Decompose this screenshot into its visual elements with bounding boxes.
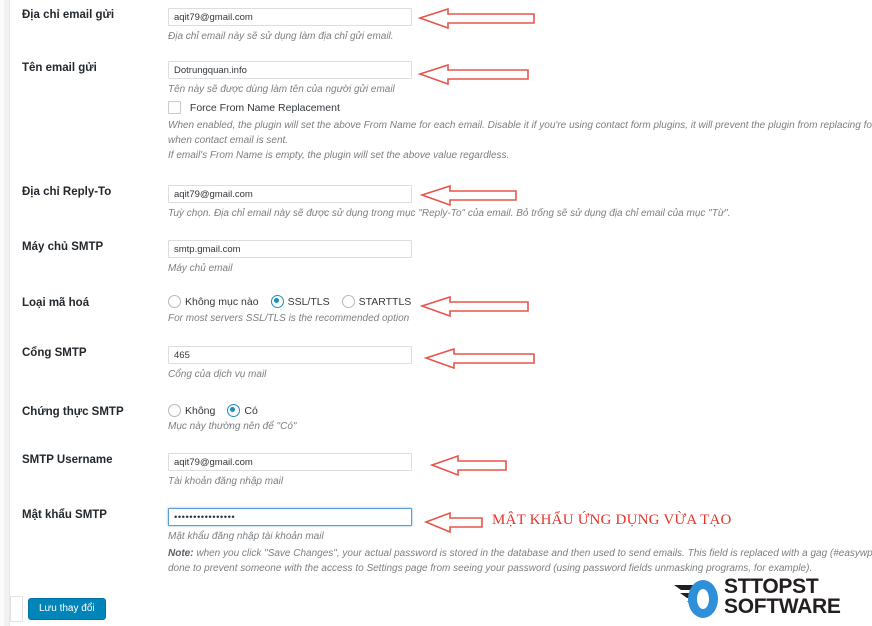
help-smtp-port: Cổng của dịch vụ mail (168, 369, 267, 380)
encryption-option-ssltls[interactable]: SSL/TLS (270, 295, 342, 309)
radio-auth-no-icon[interactable] (168, 404, 181, 418)
smtp-auth-option-no[interactable]: Không (168, 404, 227, 418)
smtp-auth-option-yes[interactable]: Có (227, 404, 269, 418)
label-smtp-host: Máy chủ SMTP (22, 241, 104, 253)
help-from-email: Địa chỉ email này sẽ sử dụng làm địa chỉ… (168, 31, 394, 42)
watermark-line1: STTOPST (724, 575, 819, 598)
label-reply-to: Địa chỉ Reply-To (22, 186, 112, 198)
label-smtp-password: Mật khẩu SMTP (22, 509, 107, 521)
label-smtp-port: Cổng SMTP (22, 347, 87, 359)
label-smtp-auth: Chứng thực SMTP (22, 406, 124, 418)
smtp-settings-form: Địa chỉ email gửi Địa chỉ email này sẽ s… (10, 0, 872, 626)
reply-to-input[interactable] (168, 185, 412, 203)
smtp-port-input[interactable] (168, 346, 412, 364)
encryption-option-none-label: Không mục nào (185, 296, 259, 309)
help-encryption: For most servers SSL/TLS is the recommen… (168, 313, 410, 324)
note-body: when you click "Save Changes", your actu… (193, 548, 872, 559)
watermark-line2: SOFTWARE (724, 595, 841, 618)
label-from-name: Tên email gửi (22, 62, 97, 74)
help-smtp-password-note-1: Note: when you click "Save Changes", you… (168, 547, 872, 561)
encryption-option-none[interactable]: Không mục nào (168, 295, 271, 309)
from-name-input[interactable] (168, 61, 412, 79)
label-encryption: Loại mã hoá (22, 297, 90, 309)
help-force-from-name-1: When enabled, the plugin will set the ab… (168, 120, 872, 131)
help-smtp-host: Máy chủ email (168, 263, 233, 274)
help-smtp-auth: Mục này thường nên để "Có" (168, 421, 297, 432)
note-bold-label: Note: (168, 548, 194, 559)
force-from-name-checkbox[interactable] (168, 100, 181, 114)
encryption-option-ssltls-label: SSL/TLS (287, 296, 330, 309)
from-email-input[interactable] (168, 8, 412, 26)
help-force-from-name-3: If email's From Name is empty, the plugi… (168, 150, 510, 161)
force-from-name-checkbox-row[interactable]: Force From Name Replacement (168, 100, 868, 116)
encryption-option-starttls[interactable]: STARTTLS (341, 295, 424, 309)
save-changes-button[interactable]: Lưu thay đổi (28, 598, 106, 620)
smtp-auth-option-no-label: Không (185, 405, 216, 418)
help-reply-to: Tuỳ chọn. Địa chỉ email này sẽ được sử d… (168, 208, 731, 219)
label-from-email: Địa chỉ email gửi (22, 9, 115, 21)
radio-auth-yes-icon[interactable] (227, 404, 241, 418)
smtp-auth-option-yes-label: Có (244, 405, 258, 418)
radio-starttls-icon[interactable] (341, 295, 355, 309)
sidebar-inner-strip (0, 0, 4, 626)
sidebar-bottom-box (10, 596, 23, 622)
label-smtp-username: SMTP Username (22, 454, 113, 466)
help-from-name: Tên này sẽ được dùng làm tên của người g… (168, 84, 395, 95)
force-from-name-label: Force From Name Replacement (189, 102, 340, 115)
encryption-option-starttls-label: STARTTLS (358, 296, 412, 309)
help-smtp-username: Tài khoản đăng nhập mail (168, 476, 284, 487)
smtp-username-input[interactable] (168, 453, 412, 471)
annotation-password-text: MẬT KHẨU ỨNG DỤNG VỪA TẠO (492, 512, 732, 528)
smtp-password-input[interactable] (168, 508, 412, 526)
watermark-logo: STTOPST SOFTWARE (672, 572, 868, 622)
help-force-from-name-2: when contact email is sent. (168, 135, 289, 146)
admin-sidebar-edge (0, 0, 10, 626)
encryption-options: Không mục nào SSL/TLS STARTTLS (168, 294, 868, 310)
radio-ssltls-icon[interactable] (270, 295, 284, 309)
watermark-mark-icon (674, 580, 718, 618)
radio-none-icon[interactable] (168, 295, 181, 309)
smtp-host-input[interactable] (168, 240, 412, 258)
smtp-auth-options: Không Có (168, 403, 868, 419)
help-smtp-password: Mật khẩu đăng nhập tài khoản mail (168, 531, 324, 542)
